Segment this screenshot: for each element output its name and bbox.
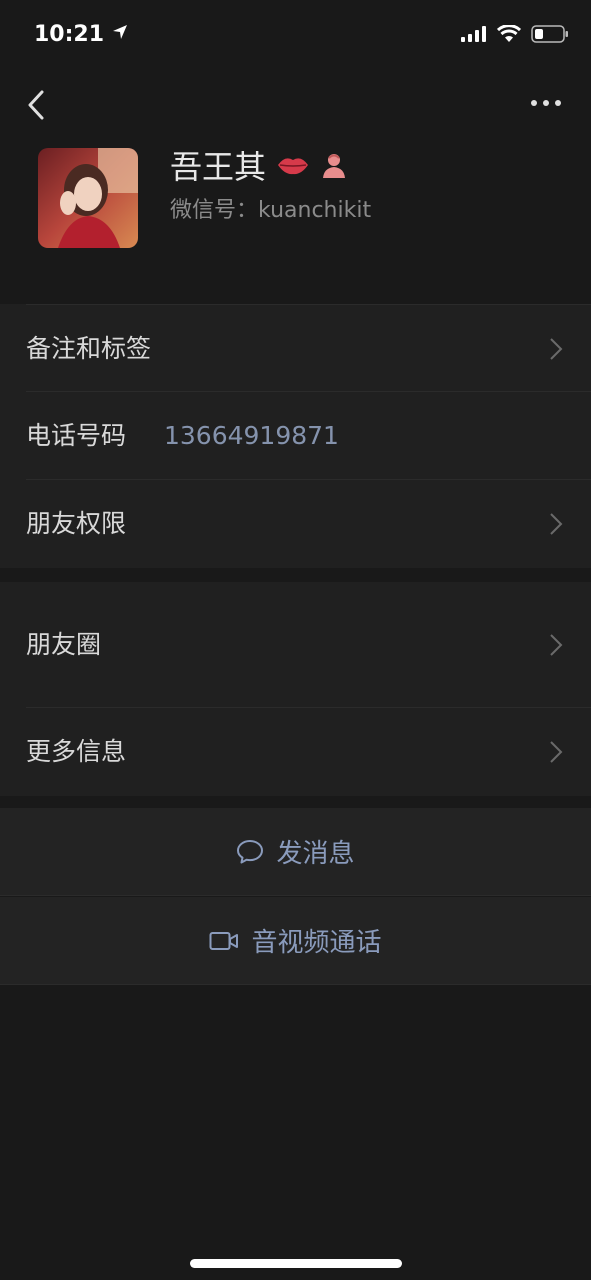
info-section: 备注和标签 电话号码 13664919871 朋友权限 bbox=[0, 304, 591, 568]
chevron-right-icon bbox=[550, 513, 563, 535]
avatar-photo bbox=[38, 148, 138, 248]
moments-section: 朋友圈 更多信息 bbox=[0, 582, 591, 796]
avatar[interactable] bbox=[38, 148, 138, 248]
name-text: 吾王其 bbox=[170, 148, 267, 186]
send-message-label: 发消息 bbox=[276, 839, 355, 869]
row-label: 电话号码 bbox=[26, 421, 127, 450]
chevron-left-icon bbox=[28, 90, 44, 120]
row-label: 朋友权限 bbox=[26, 509, 127, 538]
video-call-label: 音视频通话 bbox=[251, 928, 382, 958]
row-label: 备注和标签 bbox=[26, 334, 152, 363]
signal-icon bbox=[461, 26, 486, 42]
more-button[interactable] bbox=[529, 94, 563, 112]
home-indicator[interactable] bbox=[190, 1259, 402, 1268]
wechat-id-label: 微信号： bbox=[170, 198, 259, 223]
status-icons bbox=[461, 24, 569, 44]
wechat-id: 微信号：kuanchikit bbox=[170, 192, 371, 224]
video-camera-icon bbox=[209, 931, 239, 950]
woman-emoji bbox=[323, 154, 346, 178]
chevron-right-icon bbox=[550, 338, 563, 360]
phone-number[interactable]: 13664919871 bbox=[164, 392, 339, 480]
row-phone[interactable]: 电话号码 13664919871 bbox=[26, 392, 591, 480]
wifi-icon bbox=[497, 25, 521, 42]
row-label: 更多信息 bbox=[26, 737, 127, 766]
row-moments[interactable]: 朋友圈 bbox=[26, 582, 591, 708]
chat-bubble-icon bbox=[237, 839, 264, 863]
more-dots-icon bbox=[531, 100, 561, 106]
video-call-button[interactable]: 音视频通话 bbox=[0, 897, 591, 985]
row-remarks-tags[interactable]: 备注和标签 bbox=[26, 304, 591, 392]
row-friend-permissions[interactable]: 朋友权限 bbox=[26, 480, 591, 568]
wechat-id-value: kuanchikit bbox=[258, 198, 372, 223]
back-button[interactable] bbox=[24, 88, 54, 122]
battery-icon bbox=[531, 25, 568, 43]
location-arrow-icon bbox=[112, 25, 127, 39]
chevron-right-icon bbox=[550, 741, 563, 763]
send-message-button[interactable]: 发消息 bbox=[0, 808, 591, 896]
profile-name: 吾王其 bbox=[170, 142, 348, 188]
row-more-info[interactable]: 更多信息 bbox=[26, 708, 591, 796]
status-time: 10:21 bbox=[34, 22, 128, 47]
lips-emoji bbox=[278, 158, 309, 175]
chevron-right-icon bbox=[550, 634, 563, 656]
row-label: 朋友圈 bbox=[26, 630, 102, 659]
